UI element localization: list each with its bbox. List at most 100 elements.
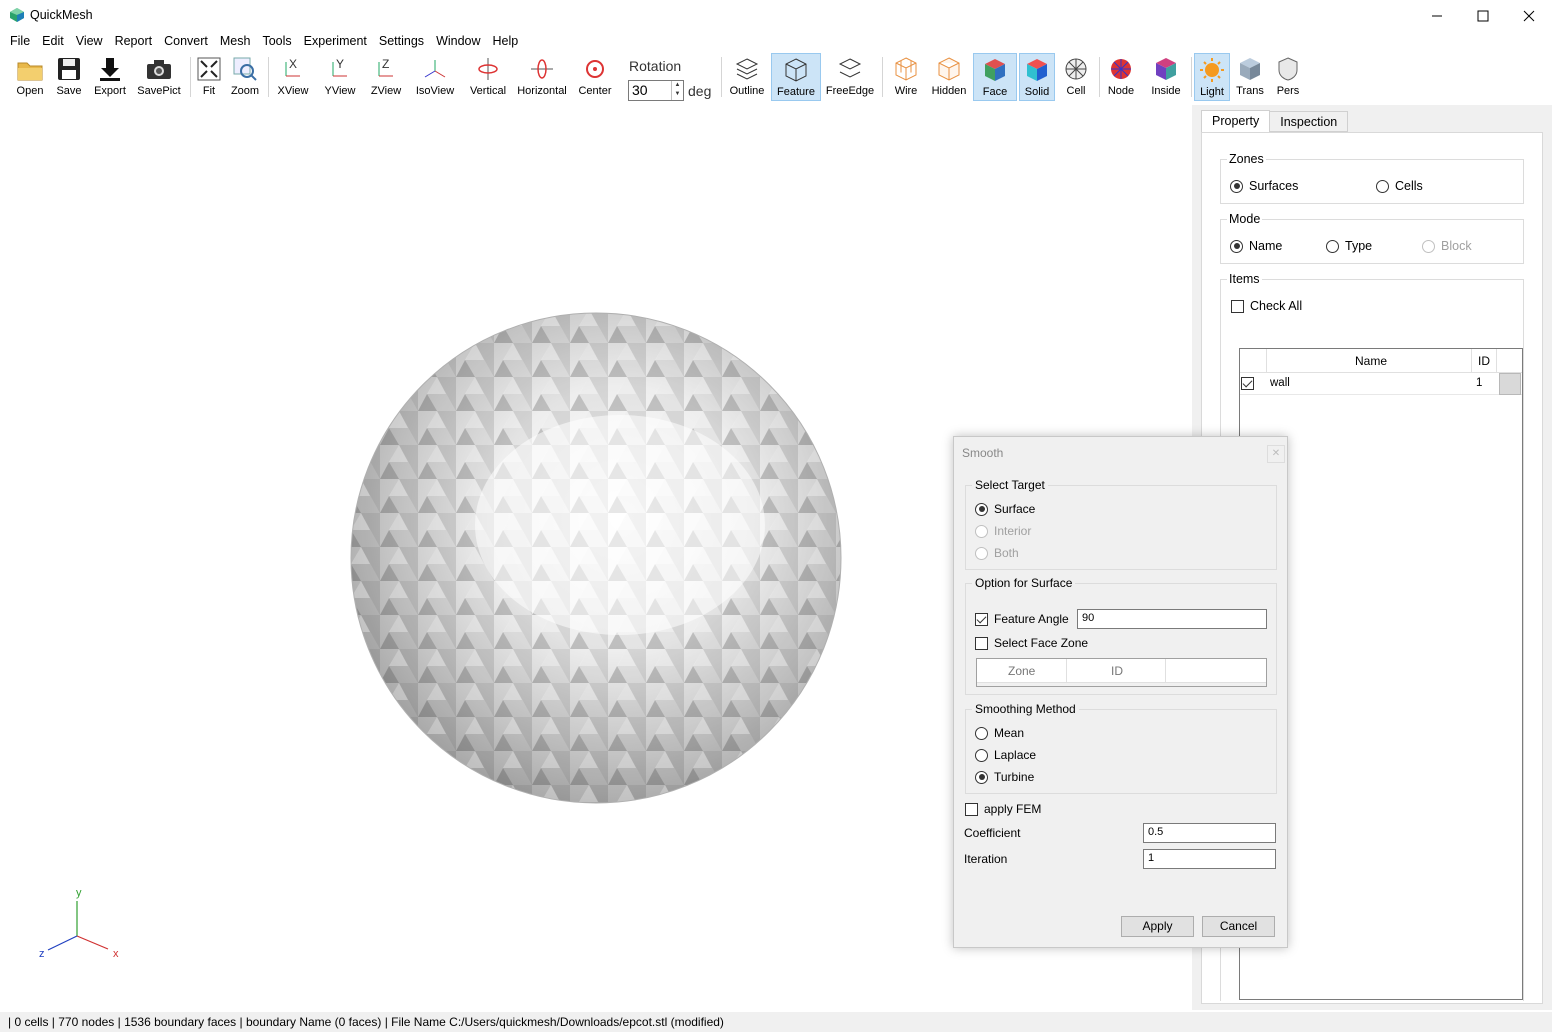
freeedge-button[interactable]: FreeEdge bbox=[824, 53, 876, 101]
radio-mean[interactable]: Mean bbox=[975, 726, 1024, 740]
check-all-checkbox[interactable]: Check All bbox=[1231, 299, 1302, 313]
radio-laplace-label: Laplace bbox=[994, 748, 1037, 762]
maximize-button[interactable] bbox=[1460, 0, 1506, 32]
axis-y-label: y bbox=[76, 887, 82, 899]
radio-surfaces[interactable]: Surfaces bbox=[1230, 179, 1298, 193]
feature-button[interactable]: Feature bbox=[771, 53, 821, 101]
horizontal-rotate-icon bbox=[531, 59, 553, 79]
column-id-header[interactable]: ID bbox=[1478, 354, 1490, 368]
menu-mesh[interactable]: Mesh bbox=[214, 32, 257, 52]
column-zone-id-header[interactable]: ID bbox=[1111, 664, 1123, 678]
radio-name[interactable]: Name bbox=[1230, 239, 1282, 253]
open-label: Open bbox=[16, 85, 44, 97]
menu-file[interactable]: File bbox=[4, 32, 36, 52]
radio-surfaces-label: Surfaces bbox=[1249, 179, 1299, 193]
vertical-rotate-button[interactable]: Vertical bbox=[466, 53, 510, 101]
light-button[interactable]: Light bbox=[1194, 53, 1230, 101]
close-window-button[interactable] bbox=[1506, 0, 1552, 32]
radio-cells[interactable]: Cells bbox=[1376, 179, 1423, 193]
solid-button[interactable]: Solid bbox=[1019, 53, 1055, 101]
axis-z-label: z bbox=[39, 948, 45, 960]
feature-angle-input[interactable]: 90 bbox=[1077, 609, 1267, 629]
hidden-button[interactable]: Hidden bbox=[928, 53, 970, 101]
minimize-button[interactable] bbox=[1414, 0, 1460, 32]
cell-button[interactable]: Cell bbox=[1058, 53, 1094, 101]
menu-edit[interactable]: Edit bbox=[36, 32, 70, 52]
wire-cube-icon bbox=[895, 57, 917, 81]
center-button[interactable]: Center bbox=[575, 53, 615, 101]
select-face-zone-checkbox[interactable]: Select Face Zone bbox=[975, 636, 1088, 650]
option-surface-group: Option for Surface Feature Angle 90 Sele… bbox=[965, 576, 1277, 695]
apply-fem-checkbox[interactable]: apply FEM bbox=[965, 802, 1041, 816]
face-button[interactable]: Face bbox=[973, 53, 1017, 101]
cancel-button[interactable]: Cancel bbox=[1202, 916, 1275, 937]
smoothing-method-title: Smoothing Method bbox=[972, 702, 1079, 716]
axis-x-label: x bbox=[113, 948, 119, 960]
svg-text:Z: Z bbox=[382, 57, 389, 71]
zones-title: Zones bbox=[1227, 152, 1266, 166]
save-button[interactable]: Save bbox=[50, 53, 88, 101]
solid-label: Solid bbox=[1024, 86, 1050, 98]
radio-turbine[interactable]: Turbine bbox=[975, 770, 1034, 784]
menu-report[interactable]: Report bbox=[109, 32, 159, 52]
radio-cells-label: Cells bbox=[1395, 179, 1423, 193]
menu-tools[interactable]: Tools bbox=[256, 32, 297, 52]
table-row[interactable]: wall 1 bbox=[1240, 373, 1522, 395]
x-view-axis-icon: X bbox=[285, 57, 300, 77]
y-view-axis-icon: Y bbox=[332, 57, 347, 77]
apply-button[interactable]: Apply bbox=[1121, 916, 1194, 937]
node-sphere-icon bbox=[1111, 59, 1131, 79]
export-button[interactable]: Export bbox=[90, 53, 130, 101]
menu-convert[interactable]: Convert bbox=[158, 32, 214, 52]
radio-type[interactable]: Type bbox=[1326, 239, 1372, 253]
inside-label: Inside bbox=[1151, 85, 1181, 97]
tab-property[interactable]: Property bbox=[1201, 110, 1271, 133]
smooth-dialog: Smooth ✕ Select Target Surface Interior … bbox=[953, 436, 1288, 948]
dialog-close-button[interactable]: ✕ bbox=[1267, 445, 1285, 463]
xview-label: XView bbox=[277, 85, 309, 97]
menu-view[interactable]: View bbox=[70, 32, 109, 52]
rotation-spin-arrows-icon[interactable]: ▲ ▼ bbox=[671, 81, 683, 100]
feature-angle-label: Feature Angle bbox=[994, 612, 1069, 626]
horizontal-rotate-button[interactable]: Horizontal bbox=[515, 53, 569, 101]
column-name-header[interactable]: Name bbox=[1355, 354, 1387, 368]
radio-surface-label: Surface bbox=[994, 502, 1036, 516]
menu-experiment[interactable]: Experiment bbox=[298, 32, 373, 52]
hidden-cube-icon bbox=[938, 57, 960, 81]
perspective-shield-icon bbox=[1278, 57, 1298, 81]
menu-help[interactable]: Help bbox=[487, 32, 525, 52]
rotation-stepper[interactable]: 30 ▲ ▼ bbox=[628, 80, 684, 101]
menu-settings[interactable]: Settings bbox=[373, 32, 430, 52]
trans-button[interactable]: Trans bbox=[1232, 53, 1268, 101]
maximize-icon bbox=[1477, 10, 1489, 22]
xview-button[interactable]: X XView bbox=[274, 53, 312, 101]
fit-button[interactable]: Fit bbox=[194, 53, 224, 101]
row-wall-checkbox[interactable] bbox=[1241, 377, 1260, 390]
menu-window[interactable]: Window bbox=[430, 32, 486, 52]
yview-button[interactable]: Y YView bbox=[320, 53, 360, 101]
column-zone-header[interactable]: Zone bbox=[1008, 664, 1035, 678]
radio-both: Both bbox=[975, 546, 1019, 560]
wire-button[interactable]: Wire bbox=[888, 53, 924, 101]
pers-button[interactable]: Pers bbox=[1270, 53, 1306, 101]
radio-surface[interactable]: Surface bbox=[975, 502, 1035, 516]
feature-angle-checkbox[interactable]: Feature Angle bbox=[975, 612, 1069, 626]
radio-laplace[interactable]: Laplace bbox=[975, 748, 1036, 762]
node-button[interactable]: Node bbox=[1103, 53, 1139, 101]
iso-view-axis-icon bbox=[424, 60, 446, 78]
coefficient-input[interactable]: 0.5 bbox=[1143, 823, 1276, 843]
save-picture-button[interactable]: SavePict bbox=[136, 53, 182, 101]
coefficient-value: 0.5 bbox=[1148, 826, 1164, 838]
tab-inspection[interactable]: Inspection bbox=[1269, 111, 1349, 132]
outline-button[interactable]: Outline bbox=[726, 53, 768, 101]
open-button[interactable]: Open bbox=[10, 53, 50, 101]
isoview-button[interactable]: IsoView bbox=[412, 53, 458, 101]
zoom-button[interactable]: Zoom bbox=[228, 53, 262, 101]
zoom-label: Zoom bbox=[230, 85, 260, 97]
light-label: Light bbox=[1200, 86, 1224, 98]
sun-light-icon bbox=[1200, 58, 1224, 82]
inside-button[interactable]: Inside bbox=[1146, 53, 1186, 101]
row-color-swatch[interactable] bbox=[1499, 373, 1521, 395]
iteration-input[interactable]: 1 bbox=[1143, 849, 1276, 869]
zview-button[interactable]: Z ZView bbox=[366, 53, 406, 101]
